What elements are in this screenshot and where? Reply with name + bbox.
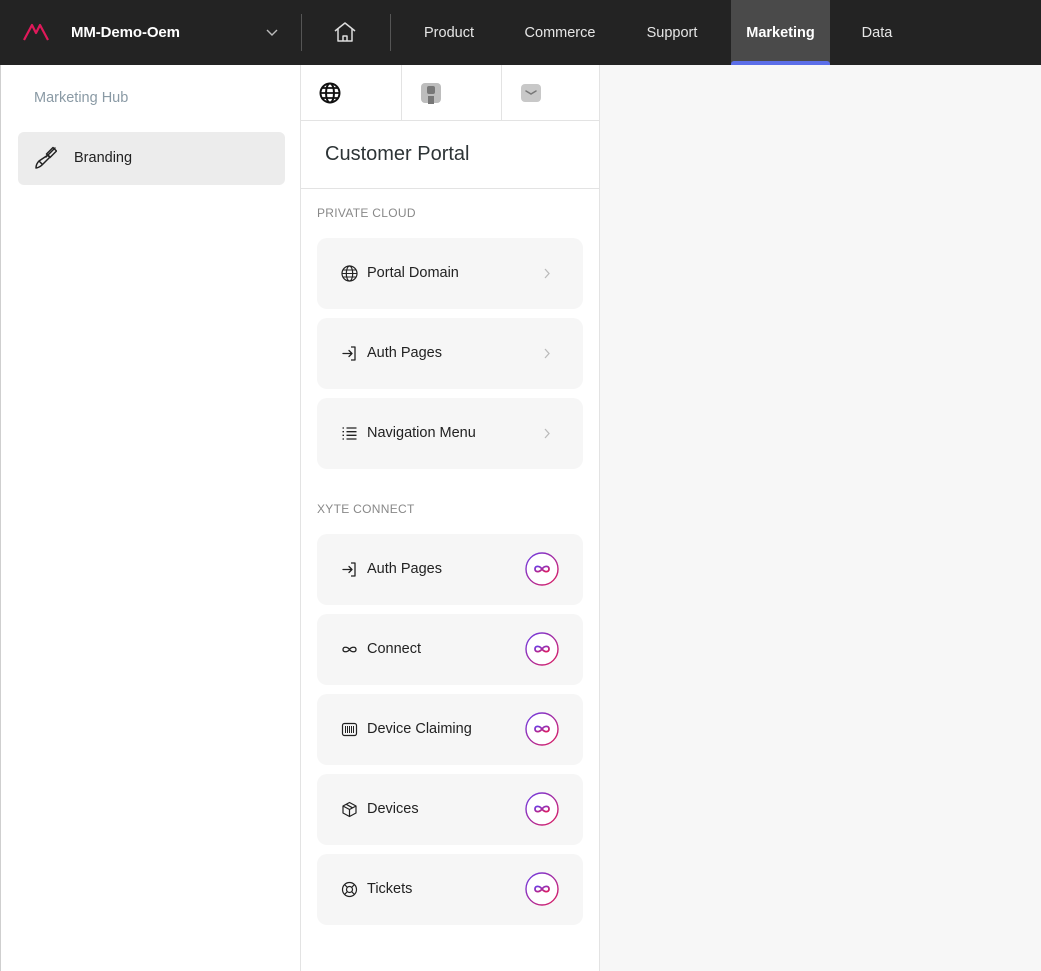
tab-user[interactable] <box>401 65 501 121</box>
tab-globe[interactable] <box>301 65 401 121</box>
av-logo-icon[interactable] <box>22 21 50 43</box>
chevron-down-icon[interactable] <box>266 27 278 37</box>
list-icon <box>342 427 357 440</box>
login-icon <box>342 346 356 361</box>
content-area <box>600 65 1041 971</box>
devices-card[interactable]: Devices <box>317 774 583 845</box>
xyte-connect-badge-icon <box>525 552 559 586</box>
divider <box>390 14 391 51</box>
tab-mail[interactable] <box>501 65 601 121</box>
section-label-private-cloud: PRIVATE CLOUD <box>317 206 416 220</box>
tickets-card[interactable]: Tickets <box>317 854 583 925</box>
card-label: Auth Pages <box>367 561 442 577</box>
section-label-xyte-connect: XYTE CONNECT <box>317 502 415 516</box>
divider <box>301 188 600 189</box>
barcode-icon <box>341 722 358 737</box>
brush-icon <box>35 146 57 169</box>
auth-pages-card[interactable]: Auth Pages <box>317 318 583 389</box>
login-icon <box>342 562 356 577</box>
card-label: Device Claiming <box>367 721 472 737</box>
card-label: Auth Pages <box>367 345 442 361</box>
sidebar-item-branding[interactable]: Branding <box>18 132 285 185</box>
connect-auth-pages-card[interactable]: Auth Pages <box>317 534 583 605</box>
xyte-connect-badge-icon <box>525 712 559 746</box>
home-icon[interactable] <box>333 20 357 44</box>
card-label: Portal Domain <box>367 265 459 281</box>
nav-tab-marketing[interactable]: Marketing <box>731 0 830 65</box>
org-name[interactable]: MM-Demo-Oem <box>71 24 180 41</box>
card-label: Navigation Menu <box>367 425 476 441</box>
chevron-right-icon <box>544 428 550 439</box>
globe-icon <box>341 265 358 282</box>
chevron-right-icon <box>544 348 550 359</box>
sidebar-item-label: Branding <box>74 150 133 166</box>
lifebuoy-icon <box>341 881 358 898</box>
nav-tab-commerce[interactable]: Commerce <box>512 0 608 65</box>
panel-tabs <box>301 65 600 121</box>
xyte-connect-badge-icon <box>525 872 559 906</box>
card-label: Tickets <box>367 881 413 897</box>
chevron-right-icon <box>544 268 550 279</box>
xyte-connect-badge-icon <box>525 792 559 826</box>
customer-portal-panel: Customer Portal PRIVATE CLOUD Portal Dom… <box>300 65 600 971</box>
card-label: Devices <box>367 801 419 817</box>
sidebar: Marketing Hub Branding <box>0 65 300 971</box>
page-title: Customer Portal <box>325 143 470 165</box>
nav-tab-support[interactable]: Support <box>632 0 712 65</box>
card-label: Connect <box>367 641 422 657</box>
xyte-connect-badge-icon <box>525 632 559 666</box>
infinity-icon <box>342 646 357 653</box>
device-claiming-card[interactable]: Device Claiming <box>317 694 583 765</box>
nav-tab-data[interactable]: Data <box>852 0 902 65</box>
nav-tab-product[interactable]: Product <box>409 0 489 65</box>
navigation-menu-card[interactable]: Navigation Menu <box>317 398 583 469</box>
portal-domain-card[interactable]: Portal Domain <box>317 238 583 309</box>
mail-tab-icon <box>521 84 541 102</box>
globe-icon <box>319 82 341 104</box>
connect-card[interactable]: Connect <box>317 614 583 685</box>
sidebar-heading: Marketing Hub <box>34 90 129 106</box>
box-icon <box>342 801 357 818</box>
divider <box>301 14 302 51</box>
user-tab-icon <box>421 83 441 104</box>
top-navigation-bar: MM-Demo-Oem Product Commerce Support Mar… <box>0 0 1041 65</box>
